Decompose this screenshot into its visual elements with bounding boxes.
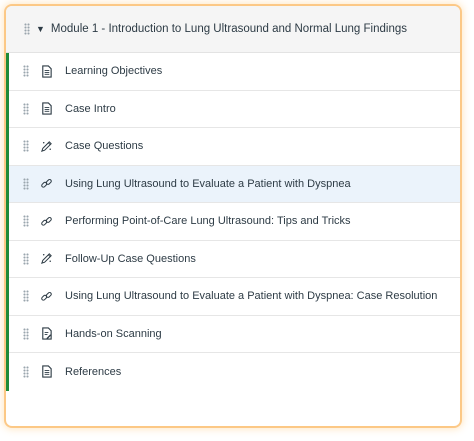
page-icon bbox=[39, 365, 53, 379]
module-item-references[interactable]: References bbox=[9, 353, 460, 391]
module-item-learning-objectives[interactable]: Learning Objectives bbox=[9, 53, 460, 91]
module-item-follow-up-questions[interactable]: Follow-Up Case Questions bbox=[9, 240, 460, 278]
drag-handle-icon[interactable] bbox=[23, 177, 29, 190]
drag-handle-icon[interactable] bbox=[23, 102, 29, 115]
item-title[interactable]: Using Lung Ultrasound to Evaluate a Pati… bbox=[65, 290, 437, 302]
module-container: ▼ Module 1 - Introduction to Lung Ultras… bbox=[6, 6, 460, 426]
item-title[interactable]: Follow-Up Case Questions bbox=[65, 253, 196, 265]
drag-handle-icon[interactable] bbox=[23, 290, 29, 303]
item-title[interactable]: Case Intro bbox=[65, 103, 116, 115]
quiz-icon bbox=[39, 139, 53, 153]
module-item-hands-on-scanning[interactable]: Hands-on Scanning bbox=[9, 315, 460, 353]
module-header[interactable]: ▼ Module 1 - Introduction to Lung Ultras… bbox=[6, 6, 460, 53]
drag-handle-icon[interactable] bbox=[24, 23, 30, 35]
item-title[interactable]: Learning Objectives bbox=[65, 65, 162, 77]
link-icon bbox=[39, 289, 53, 303]
drag-handle-icon[interactable] bbox=[23, 215, 29, 228]
item-title[interactable]: Using Lung Ultrasound to Evaluate a Pati… bbox=[65, 178, 351, 190]
item-title[interactable]: Performing Point-of-Care Lung Ultrasound… bbox=[65, 215, 351, 227]
drag-handle-icon[interactable] bbox=[23, 252, 29, 265]
page-icon bbox=[39, 64, 53, 78]
assignment-icon bbox=[39, 327, 53, 341]
module-item-case-questions[interactable]: Case Questions bbox=[9, 128, 460, 166]
link-icon bbox=[39, 177, 53, 191]
module-item-tips-and-tricks[interactable]: Performing Point-of-Care Lung Ultrasound… bbox=[9, 203, 460, 241]
module-item-case-intro[interactable]: Case Intro bbox=[9, 90, 460, 128]
item-title[interactable]: Hands-on Scanning bbox=[65, 328, 162, 340]
caret-down-icon[interactable]: ▼ bbox=[36, 24, 45, 34]
module-item-case-resolution[interactable]: Using Lung Ultrasound to Evaluate a Pati… bbox=[9, 278, 460, 316]
module-item-lung-ultrasound-dyspnea[interactable]: Using Lung Ultrasound to Evaluate a Pati… bbox=[9, 165, 460, 203]
link-icon bbox=[39, 214, 53, 228]
page-icon bbox=[39, 102, 53, 116]
drag-handle-icon[interactable] bbox=[23, 65, 29, 78]
item-title[interactable]: Case Questions bbox=[65, 140, 143, 152]
drag-handle-icon[interactable] bbox=[23, 140, 29, 153]
item-title[interactable]: References bbox=[65, 366, 121, 378]
drag-handle-icon[interactable] bbox=[23, 327, 29, 340]
module-items-list: Learning Objectives Case Intro Case Ques… bbox=[6, 53, 460, 391]
quiz-icon bbox=[39, 252, 53, 266]
module-title[interactable]: Module 1 - Introduction to Lung Ultrasou… bbox=[51, 23, 407, 35]
drag-handle-icon[interactable] bbox=[23, 365, 29, 378]
